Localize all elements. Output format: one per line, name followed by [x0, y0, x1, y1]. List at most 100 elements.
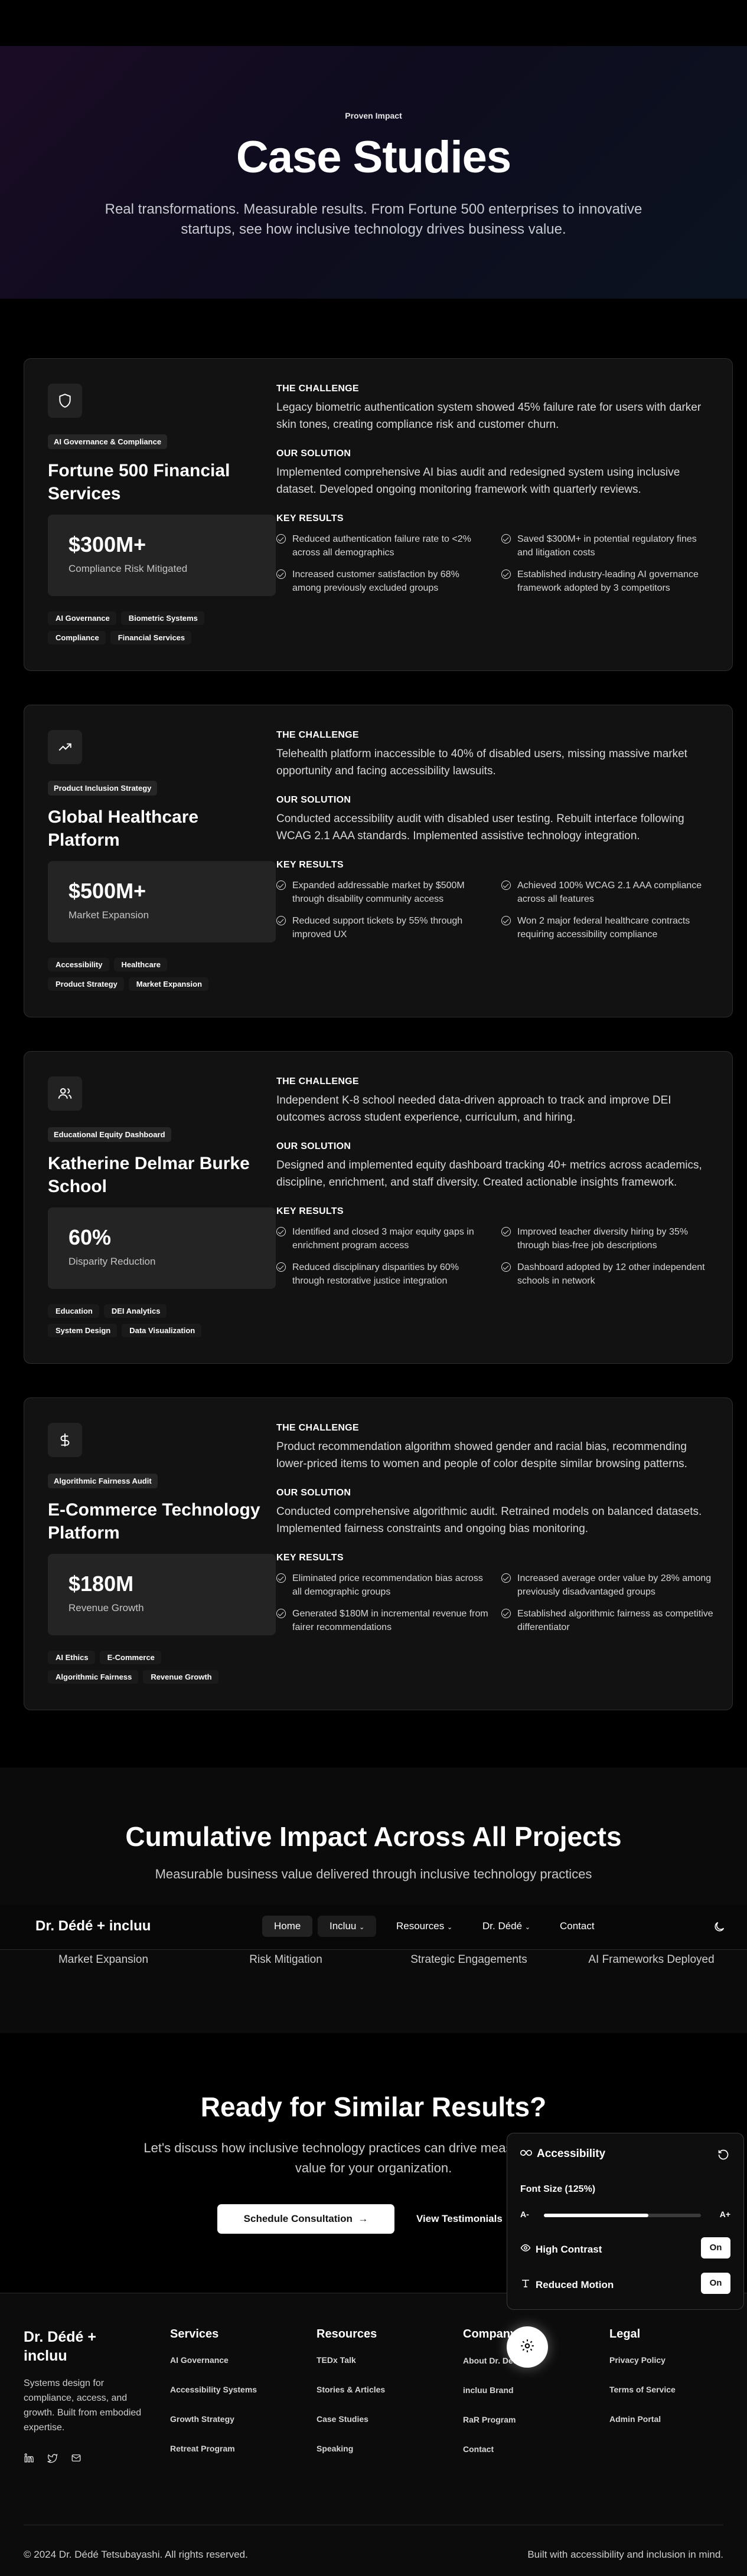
- check-circle-icon: [501, 1609, 511, 1618]
- footer-link[interactable]: Case Studies: [317, 2414, 385, 2424]
- check-circle-icon: [276, 916, 286, 925]
- footer-link[interactable]: Terms of Service: [609, 2385, 676, 2394]
- social-links: [24, 2453, 81, 2466]
- stat-label: Strategic Engagements: [410, 1953, 527, 1966]
- impact-subtitle: Measurable business value delivered thro…: [155, 1867, 592, 1881]
- view-testimonials-link[interactable]: View Testimonials: [416, 2204, 503, 2234]
- hero-subtitle: Real transformations. Measurable results…: [105, 201, 642, 237]
- check-circle-icon: [501, 534, 511, 544]
- reduced-motion-row: Reduced Motion On: [520, 2271, 730, 2295]
- chevron-down-icon: ⌄: [447, 1924, 453, 1931]
- tag: Revenue Growth: [143, 1670, 218, 1684]
- nav-incluu[interactable]: Incluu ⌄: [318, 1916, 377, 1937]
- check-circle-icon: [276, 1609, 286, 1618]
- moon-icon[interactable]: [713, 1920, 726, 1936]
- challenge-heading: THE CHALLENGE: [276, 1423, 359, 1433]
- result-item: Achieved 100% WCAG 2.1 AAA compliance ac…: [501, 879, 713, 906]
- tag: Market Expansion: [128, 977, 209, 991]
- accessibility-settings-button[interactable]: [507, 2326, 548, 2368]
- footer-column-services: Services AI Governance Accessibility Sys…: [170, 2328, 257, 2453]
- check-circle-icon: [501, 916, 511, 925]
- challenge-text: Independent K-8 school needed data-drive…: [276, 1094, 671, 1124]
- footer-link[interactable]: Speaking: [317, 2444, 385, 2453]
- arrow-right-icon: →: [355, 2213, 368, 2224]
- solution-text: Conducted comprehensive algorithmic audi…: [276, 1505, 702, 1535]
- users-icon: [48, 1076, 82, 1111]
- result-item: Established algorithmic fairness as comp…: [501, 1607, 713, 1634]
- footer-brand: Dr. Dédé + incluu: [24, 2329, 96, 2364]
- tag: Data Visualization: [122, 1324, 202, 1337]
- footer: Dr. Dédé + incluu Systems design for com…: [0, 2293, 747, 2576]
- nav-contact[interactable]: Contact: [548, 1916, 606, 1937]
- result-item: Improved teacher diversity hiring by 35%…: [501, 1225, 713, 1252]
- case-details: THE CHALLENGE Telehealth platform inacce…: [276, 730, 713, 941]
- challenge-text: Legacy biometric authentication system s…: [276, 401, 702, 431]
- eye-icon: [520, 2243, 531, 2256]
- metric-box: $500M+ Market Expansion: [48, 861, 276, 942]
- slider-track[interactable]: [544, 2214, 701, 2217]
- case-study-card: AI Governance & Compliance Fortune 500 F…: [24, 358, 733, 671]
- hero-section: Proven Impact Case Studies Real transfor…: [0, 46, 747, 299]
- check-circle-icon: [501, 881, 511, 890]
- footer-link[interactable]: AI Governance: [170, 2355, 257, 2365]
- increase-font-button[interactable]: A+: [720, 2210, 730, 2219]
- footer-link[interactable]: Accessibility Systems: [170, 2385, 257, 2394]
- result-item: Established industry-leading AI governan…: [501, 568, 713, 595]
- category-badge: Educational Equity Dashboard: [48, 1127, 171, 1142]
- solution-text: Conducted accessibility audit with disab…: [276, 813, 684, 842]
- tag: Algorithmic Fairness: [48, 1670, 139, 1684]
- footer-link[interactable]: Privacy Policy: [609, 2355, 676, 2365]
- footer-link[interactable]: Admin Portal: [609, 2414, 676, 2424]
- font-size-slider[interactable]: A- A+: [520, 2208, 730, 2222]
- schedule-consultation-button[interactable]: Schedule Consultation →: [217, 2204, 394, 2234]
- decrease-font-button[interactable]: A-: [520, 2210, 529, 2219]
- result-item: Saved $300M+ in potential regulatory fin…: [501, 532, 713, 559]
- tag: Product Strategy: [48, 977, 124, 991]
- panel-title: Accessibility: [537, 2148, 606, 2160]
- category-badge: Algorithmic Fairness Audit: [48, 1474, 158, 1488]
- nav-resources[interactable]: Resources ⌄: [384, 1916, 464, 1937]
- tag-list: AI Governance Biometric Systems Compliance…: [48, 611, 272, 650]
- check-circle-icon: [276, 569, 286, 579]
- category-badge: AI Governance & Compliance: [48, 434, 168, 449]
- page-title: Case Studies: [236, 132, 511, 182]
- result-item: Reduced disciplinary disparities by 60% …: [276, 1261, 488, 1288]
- tag-list: AI Ethics E-Commerce Algorithmic Fairness R…: [48, 1651, 272, 1690]
- solution-heading: OUR SOLUTION: [276, 1488, 351, 1498]
- footer-link[interactable]: incluu Brand: [463, 2385, 536, 2395]
- nav-dr-dede[interactable]: Dr. Dédé ⌄: [471, 1916, 542, 1937]
- tag: E-Commerce: [99, 1651, 161, 1664]
- high-contrast-toggle[interactable]: On: [701, 2237, 730, 2258]
- mail-icon[interactable]: [71, 2453, 81, 2466]
- result-item: Generated $180M in incremental revenue f…: [276, 1607, 488, 1634]
- linkedin-icon[interactable]: [24, 2453, 34, 2466]
- footer-link[interactable]: Retreat Program: [170, 2444, 257, 2453]
- text-icon: [520, 2278, 531, 2292]
- reduced-motion-toggle[interactable]: On: [701, 2273, 730, 2294]
- footer-link[interactable]: Stories & Articles: [317, 2385, 385, 2394]
- footer-link[interactable]: RaR Program: [463, 2415, 536, 2424]
- solution-heading: OUR SOLUTION: [276, 449, 351, 459]
- results-list: Eliminated price recommendation bias acr…: [276, 1572, 713, 1634]
- metric-box: 60% Disparity Reduction: [48, 1207, 276, 1289]
- result-item: Won 2 major federal healthcare contracts…: [501, 914, 713, 941]
- twitter-icon[interactable]: [47, 2453, 58, 2466]
- tag: Compliance: [48, 631, 106, 644]
- nav-home[interactable]: Home: [262, 1916, 313, 1937]
- metric-label: Compliance Risk Mitigated: [68, 563, 188, 574]
- challenge-text: Telehealth platform inaccessible to 40% …: [276, 748, 687, 777]
- stat-label: Market Expansion: [58, 1953, 149, 1966]
- footer-link[interactable]: Contact: [463, 2444, 536, 2454]
- dollar-icon: [48, 1423, 82, 1457]
- stat-label: AI Frameworks Deployed: [588, 1953, 715, 1966]
- footer-link[interactable]: Growth Strategy: [170, 2414, 257, 2424]
- check-circle-icon: [501, 569, 511, 579]
- results-list: Reduced authentication failure rate to <…: [276, 532, 713, 595]
- impact-section: Cumulative Impact Across All Projects Me…: [0, 1767, 747, 2033]
- footer-link[interactable]: TEDx Talk: [317, 2355, 385, 2365]
- metric-box: $300M+ Compliance Risk Mitigated: [48, 515, 276, 596]
- reset-icon[interactable]: [717, 2149, 729, 2163]
- challenge-text: Product recommendation algorithm showed …: [276, 1441, 687, 1470]
- site-logo[interactable]: Dr. Dédé + incluu: [35, 1918, 151, 1935]
- case-study-card: Algorithmic Fairness Audit E-Commerce Te…: [24, 1397, 733, 1710]
